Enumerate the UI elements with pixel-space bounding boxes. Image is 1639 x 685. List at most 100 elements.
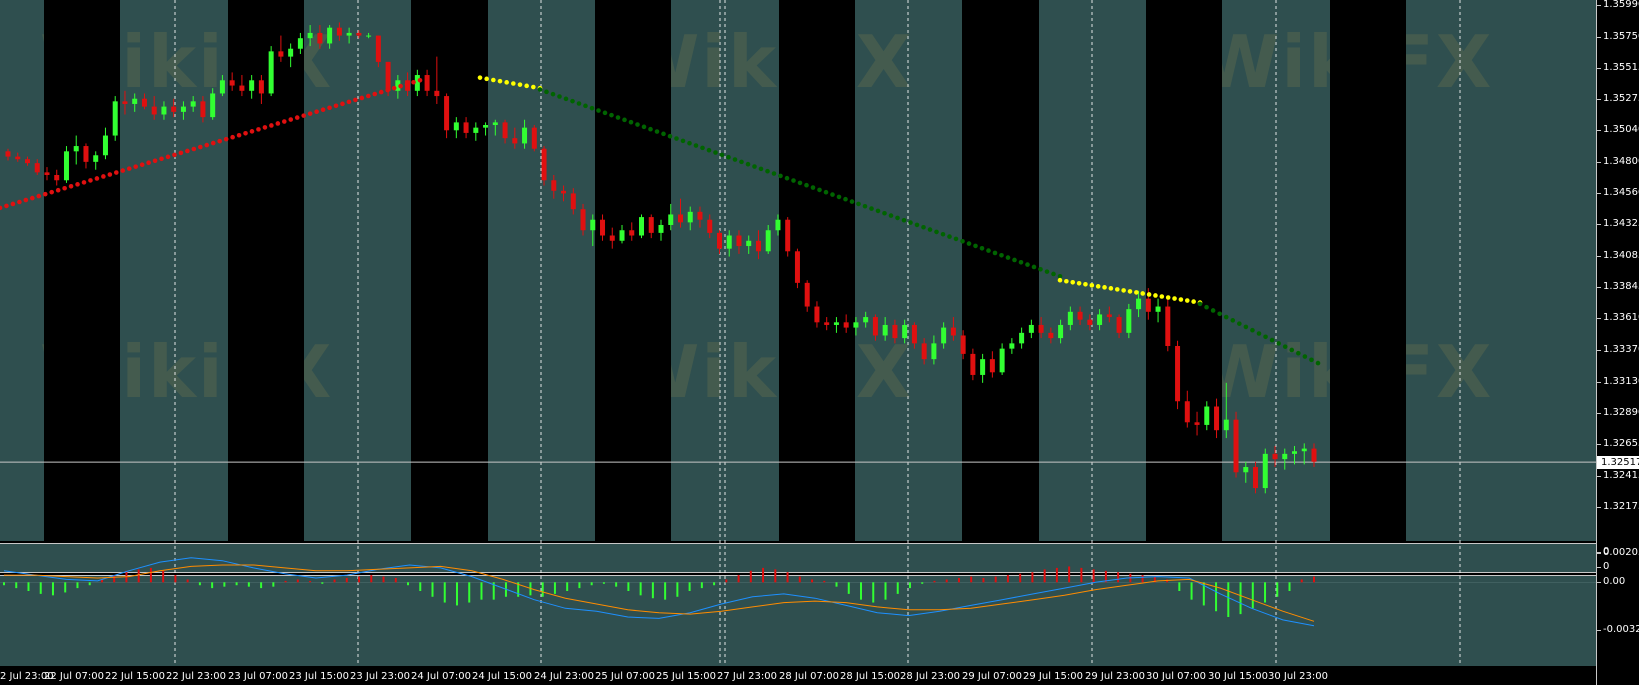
candle-body: [278, 51, 284, 57]
trail-dot: [973, 243, 978, 249]
candle-body: [1097, 314, 1103, 325]
trail-dot: [635, 122, 640, 127]
trail-dot: [4, 203, 9, 209]
candle-body: [629, 230, 635, 236]
trail-dot: [204, 142, 210, 148]
candle-body: [989, 359, 995, 373]
trail-dot: [1250, 327, 1255, 333]
candle-body: [1272, 453, 1278, 460]
trail-dot: [888, 213, 894, 218]
trail-dot: [68, 183, 74, 189]
time-label: 24 Jul 15:00: [472, 671, 532, 682]
price-tick-label: 1.33130: [1596, 376, 1639, 388]
trail-dot: [1263, 334, 1268, 340]
trail-dot: [992, 250, 998, 256]
candle-body: [1145, 298, 1151, 312]
candle-body: [921, 343, 927, 360]
candle-body: [531, 127, 537, 149]
trail-dot: [30, 195, 35, 201]
trail-dot: [615, 115, 621, 120]
trail-dot: [602, 110, 608, 116]
trail-dot: [869, 206, 874, 211]
candle-body: [570, 193, 576, 210]
trail-dot: [622, 117, 627, 123]
trail-dot: [921, 224, 926, 230]
session-band: [595, 0, 671, 541]
trail-dot: [133, 164, 138, 169]
trail-dot: [953, 236, 959, 242]
price-tick-label: 1.35750: [1596, 31, 1639, 43]
trail-dot: [146, 160, 151, 166]
candle-body: [1253, 467, 1259, 489]
time-axis[interactable]: 2 Jul 23:00 22 Jul 07:00 22 Jul 15:00 22 Ju…: [0, 666, 1596, 685]
chart-window: WikiFX WikiFX WikiFX WikiFX WikiFX WikiF…: [0, 0, 1639, 685]
candle-body: [863, 317, 869, 323]
session-band: [228, 0, 304, 541]
trail-dot: [1172, 296, 1177, 301]
candle-body: [814, 306, 820, 323]
trail-dot: [327, 105, 332, 111]
trail-dot: [1076, 280, 1082, 286]
candle-body: [434, 90, 440, 97]
trail-dot: [172, 152, 177, 158]
macd-line: [3, 557, 1315, 627]
trail-dot: [404, 81, 410, 87]
trail-dot: [1184, 298, 1190, 303]
candle-body: [833, 322, 839, 325]
trail-dot: [1114, 287, 1120, 292]
trail-dot: [340, 101, 345, 107]
candle-body: [707, 219, 713, 233]
trail-dot: [960, 238, 965, 244]
candle-body: [1184, 401, 1190, 423]
trail-dot: [1191, 299, 1196, 304]
trail-dot: [1178, 297, 1184, 302]
time-label: 23 Jul 15:00: [289, 671, 349, 682]
trail-dot: [477, 75, 483, 80]
trail-dot: [185, 148, 190, 154]
trail-dot: [583, 103, 588, 109]
trail-dot: [398, 83, 403, 89]
trail-dot: [114, 170, 119, 175]
trail-dot: [700, 145, 705, 151]
candle-body: [580, 209, 586, 231]
trail-dot: [165, 154, 171, 160]
candle-body: [171, 106, 177, 112]
trail-dot: [1083, 281, 1088, 287]
candle-body: [522, 127, 528, 144]
trail-dot: [557, 94, 562, 99]
trail-dot: [511, 81, 516, 86]
candle-body: [882, 324, 888, 336]
trail-dot: [378, 89, 384, 95]
candle-body: [5, 151, 11, 157]
time-label: 23 Jul 23:00: [350, 671, 410, 682]
trail-dot: [1243, 324, 1249, 330]
candle-body: [1262, 453, 1268, 489]
candle-body: [960, 335, 966, 354]
trail-dot: [1089, 283, 1095, 288]
candle-body: [1019, 332, 1025, 344]
time-label: 30 Jul 23:00: [1268, 671, 1328, 682]
candle-body: [687, 211, 693, 223]
trail-dot: [1044, 269, 1050, 274]
price-tick-label: 1.32175: [1596, 501, 1639, 513]
candle-body: [327, 27, 333, 44]
trail-dot: [497, 78, 503, 84]
trail-dot: [1276, 341, 1281, 346]
candle-body: [1009, 343, 1015, 349]
candle-body: [1087, 319, 1093, 325]
candle-body: [1223, 419, 1229, 431]
candle-body: [492, 122, 498, 126]
chart-canvas[interactable]: [0, 0, 1596, 666]
trail-dot: [249, 129, 255, 134]
trail-dot: [491, 77, 496, 83]
trail-dot: [719, 152, 725, 158]
candle-body: [804, 282, 810, 307]
candle-body: [102, 135, 108, 156]
time-label: 29 Jul 23:00: [1085, 671, 1145, 682]
trail-dot: [1153, 293, 1158, 298]
trail-dot: [10, 201, 16, 207]
price-scale[interactable]: 1.35990 1.35750 1.35515 1.35275 1.35040 1.348…: [1596, 0, 1639, 685]
trail-dot: [1102, 285, 1107, 290]
trail-dot: [524, 83, 529, 89]
candle-body: [219, 80, 225, 94]
